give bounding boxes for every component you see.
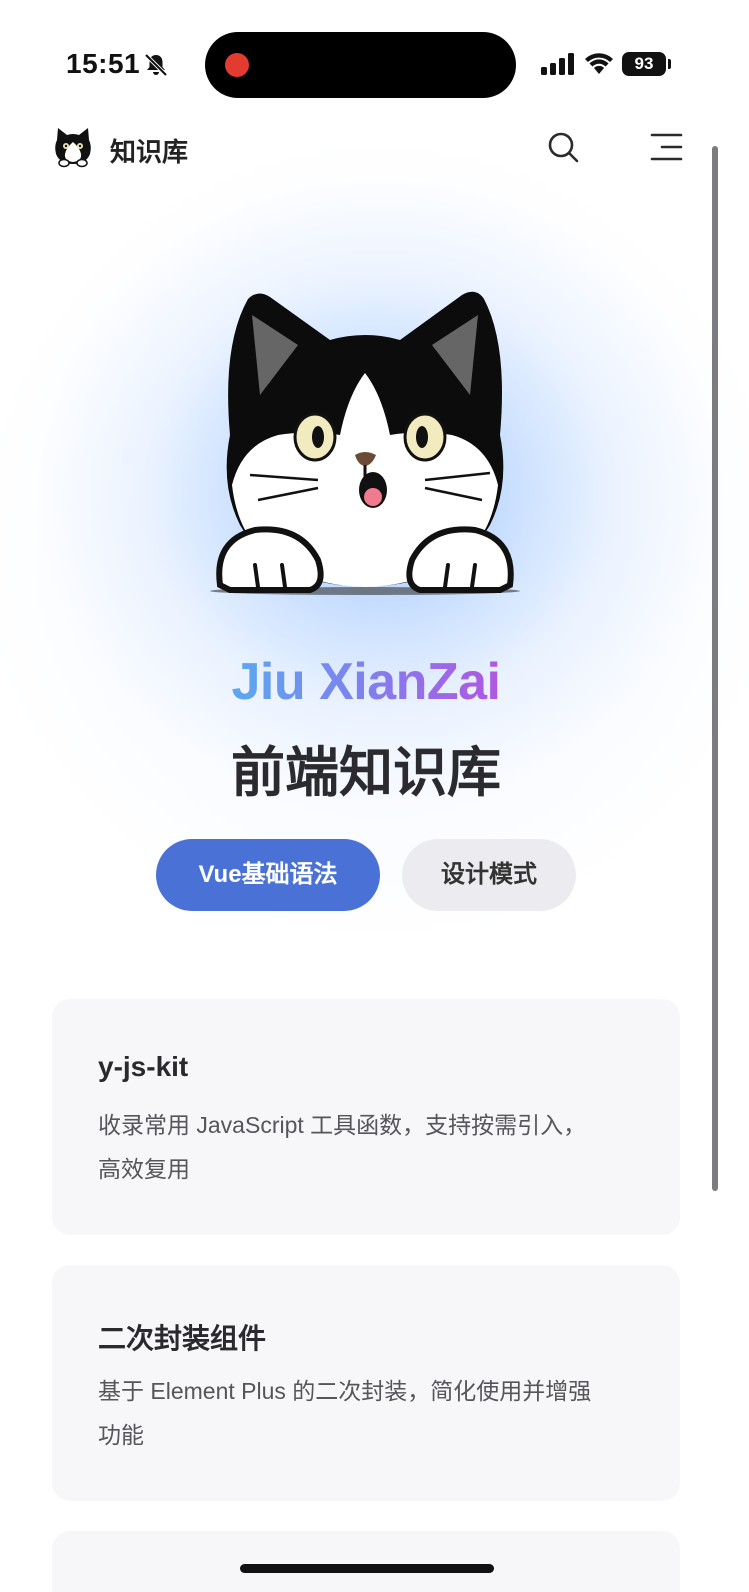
signal-icon <box>541 53 574 75</box>
brand-name: Jiu XianZai <box>0 652 732 712</box>
feature-card-wrapped-components[interactable]: 二次封装组件 基于 Element Plus 的二次封装，简化使用并增强 功能 <box>52 1265 680 1501</box>
status-bar: 15:51 93 <box>0 0 749 120</box>
site-title[interactable]: 知识库 <box>110 132 188 169</box>
feature-title: y-js-kit <box>98 1051 189 1082</box>
battery-icon: 93 <box>622 52 666 76</box>
wifi-icon <box>585 53 613 74</box>
feature-desc-line1: 基于 Element Plus 的二次封装，简化使用并增强 <box>98 1378 592 1404</box>
menu-icon[interactable] <box>648 130 684 164</box>
home-indicator[interactable] <box>240 1564 494 1573</box>
feature-card-y-js-kit[interactable]: y-js-kit 收录常用 JavaScript 工具函数，支持按需引入， 高效… <box>52 999 680 1235</box>
brand-text: Jiu XianZai <box>231 653 501 711</box>
search-icon[interactable] <box>546 130 580 164</box>
feature-title: 二次封装组件 <box>98 1323 267 1354</box>
status-time: 15:51 <box>66 48 141 79</box>
cat-mascot <box>210 291 520 595</box>
recording-indicator <box>225 53 249 77</box>
feature-card-partial[interactable] <box>52 1531 680 1592</box>
feature-desc-line2: 功能 <box>98 1422 144 1448</box>
design-patterns-button[interactable]: 设计模式 <box>402 839 576 911</box>
bell-muted-icon <box>144 53 168 77</box>
vue-basics-button[interactable]: Vue基础语法 <box>156 839 380 911</box>
battery-cap <box>668 59 671 69</box>
feature-desc-line2: 高效复用 <box>98 1156 190 1182</box>
dynamic-island <box>205 32 516 98</box>
page: 15:51 93 知识库 Jiu XianZai 前端知识库 Vue基础语法 设… <box>0 0 749 1592</box>
cat-logo-icon[interactable] <box>52 126 94 168</box>
app-header: 知识库 <box>0 120 749 180</box>
hero-subtitle: 前端知识库 <box>231 743 501 803</box>
feature-desc-line1: 收录常用 JavaScript 工具函数，支持按需引入， <box>98 1112 587 1138</box>
